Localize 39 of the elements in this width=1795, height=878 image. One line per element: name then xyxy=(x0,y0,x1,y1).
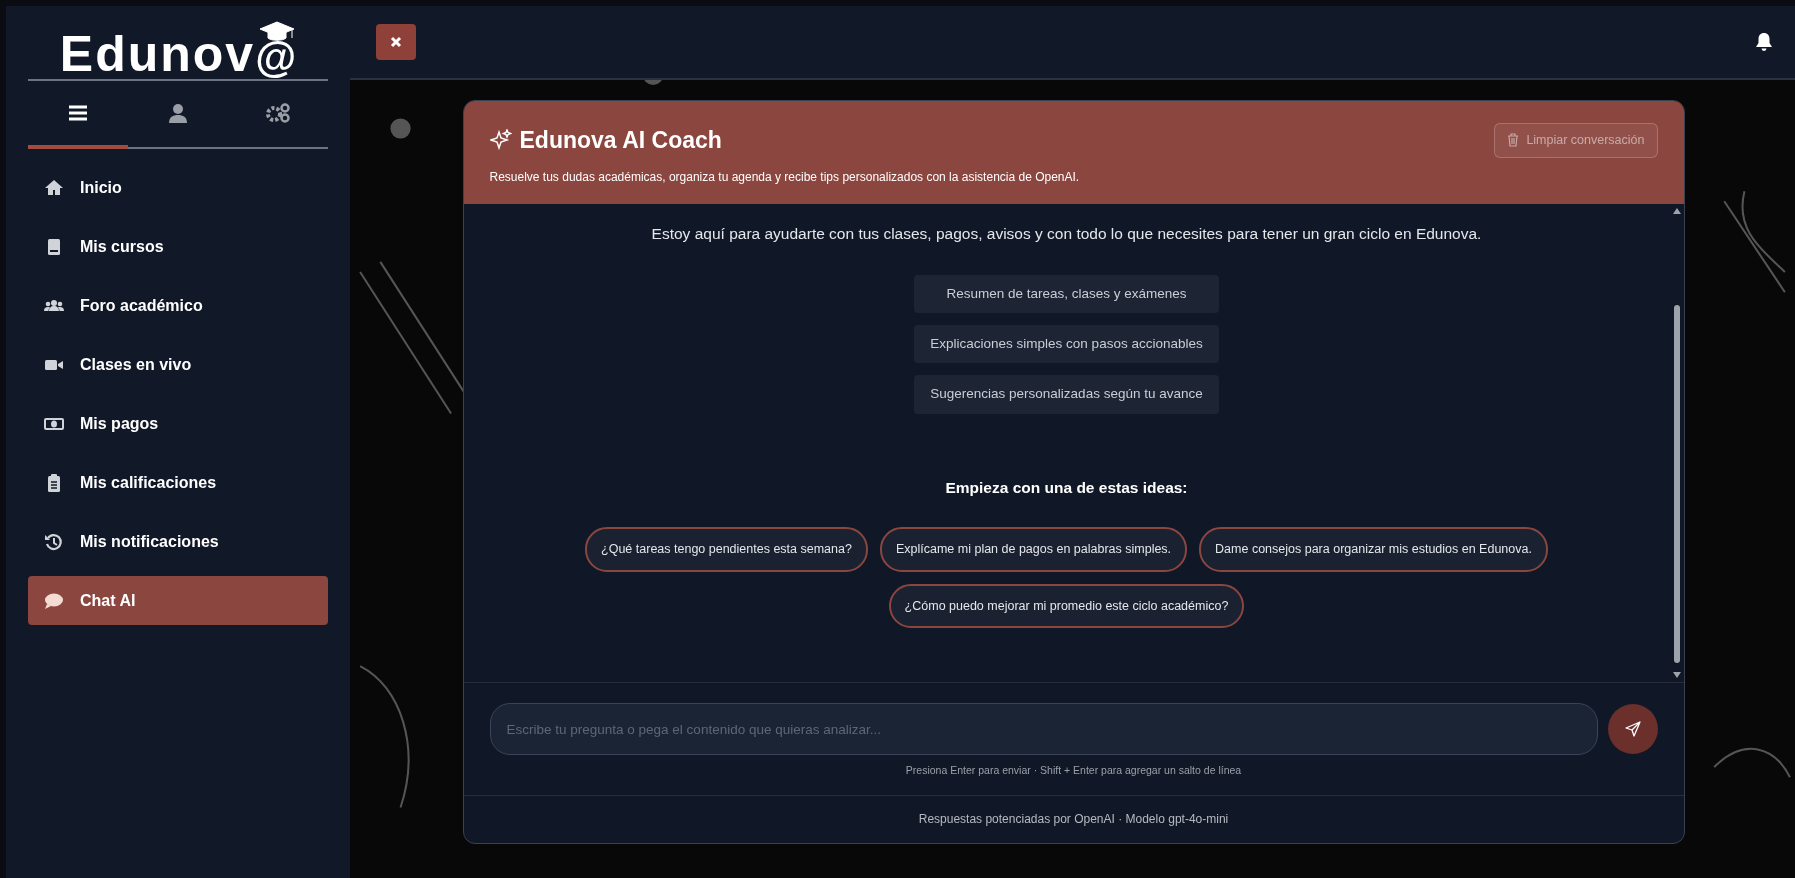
sidebar-menu-item[interactable]: Foro académico xyxy=(28,281,328,330)
feature-item: Sugerencias personalizadas según tu avance xyxy=(914,375,1219,414)
history-icon xyxy=(44,531,64,552)
sidebar-menu-item[interactable]: Mis cursos xyxy=(28,222,328,271)
chat-title: Edunova AI Coach xyxy=(519,126,722,155)
bell-icon[interactable] xyxy=(1755,32,1773,52)
close-icon xyxy=(390,36,402,48)
gears-icon xyxy=(265,103,291,123)
graduation-cap-icon xyxy=(259,21,296,43)
scroll-down-icon[interactable] xyxy=(1672,672,1681,679)
feature-item: Resumen de tareas, clases y exámenes xyxy=(914,274,1219,313)
close-button[interactable] xyxy=(376,24,416,60)
menu-icon xyxy=(68,104,88,122)
logo-text: Edunov xyxy=(59,29,256,79)
suggestion-chip[interactable]: Explícame mi plan de pagos en palabras simples. xyxy=(879,526,1188,572)
message-input[interactable]: Escribe tu pregunta o pega el contenido que quieras analizar... xyxy=(489,703,1598,756)
send-icon xyxy=(1624,721,1641,738)
intro-text: Estoy aquí para ayudarte con tus clases, pagos, avisos y con todo lo que necesites para tener un gran ciclo en Edunova. xyxy=(651,223,1482,244)
sidebar-menu-item[interactable]: Mis calificaciones xyxy=(28,458,328,507)
ideas-heading: Empieza con una de estas ideas: xyxy=(945,477,1188,498)
suggestion-chip[interactable]: ¿Qué tareas tengo pendientes esta semana? xyxy=(585,526,868,572)
suggestion-chip[interactable]: ¿Cómo puedo mejorar mi promedio este ciclo académico? xyxy=(888,583,1245,629)
input-hint: Presiona Enter para enviar · Shift + Enter para agregar un salto de línea xyxy=(904,763,1243,779)
sparkles-icon xyxy=(489,129,512,152)
sidebar-menu-item[interactable]: Chat AI xyxy=(28,576,328,625)
scrollbar-thumb[interactable] xyxy=(1673,305,1680,664)
sidebar-menu-item[interactable]: Mis notificaciones xyxy=(28,517,328,566)
suggestion-chip[interactable]: Dame consejos para organizar mis estudios en Edunova. xyxy=(1199,526,1548,572)
trash-icon xyxy=(1507,133,1520,148)
home-icon xyxy=(44,177,64,198)
sidebar-menu-item[interactable]: Clases en vivo xyxy=(28,340,328,389)
sidebar-menu-item[interactable]: Mis pagos xyxy=(28,399,328,448)
sidebar-menu-item[interactable]: Inicio xyxy=(28,163,328,212)
logo-mark: @ xyxy=(255,34,297,81)
feature-item: Explicaciones simples con pasos accionables xyxy=(914,325,1219,364)
user-icon xyxy=(168,103,188,123)
scroll-up-icon[interactable] xyxy=(1672,207,1681,214)
footer-text: Respuestas potenciadas por OpenAI · Modelo gpt-4o-mini xyxy=(918,812,1229,826)
chat-subtitle: Resuelve tus dudas académicas, organiza tu agenda y recibe tips personalizados con la asistencia de OpenAI. xyxy=(489,168,1080,186)
